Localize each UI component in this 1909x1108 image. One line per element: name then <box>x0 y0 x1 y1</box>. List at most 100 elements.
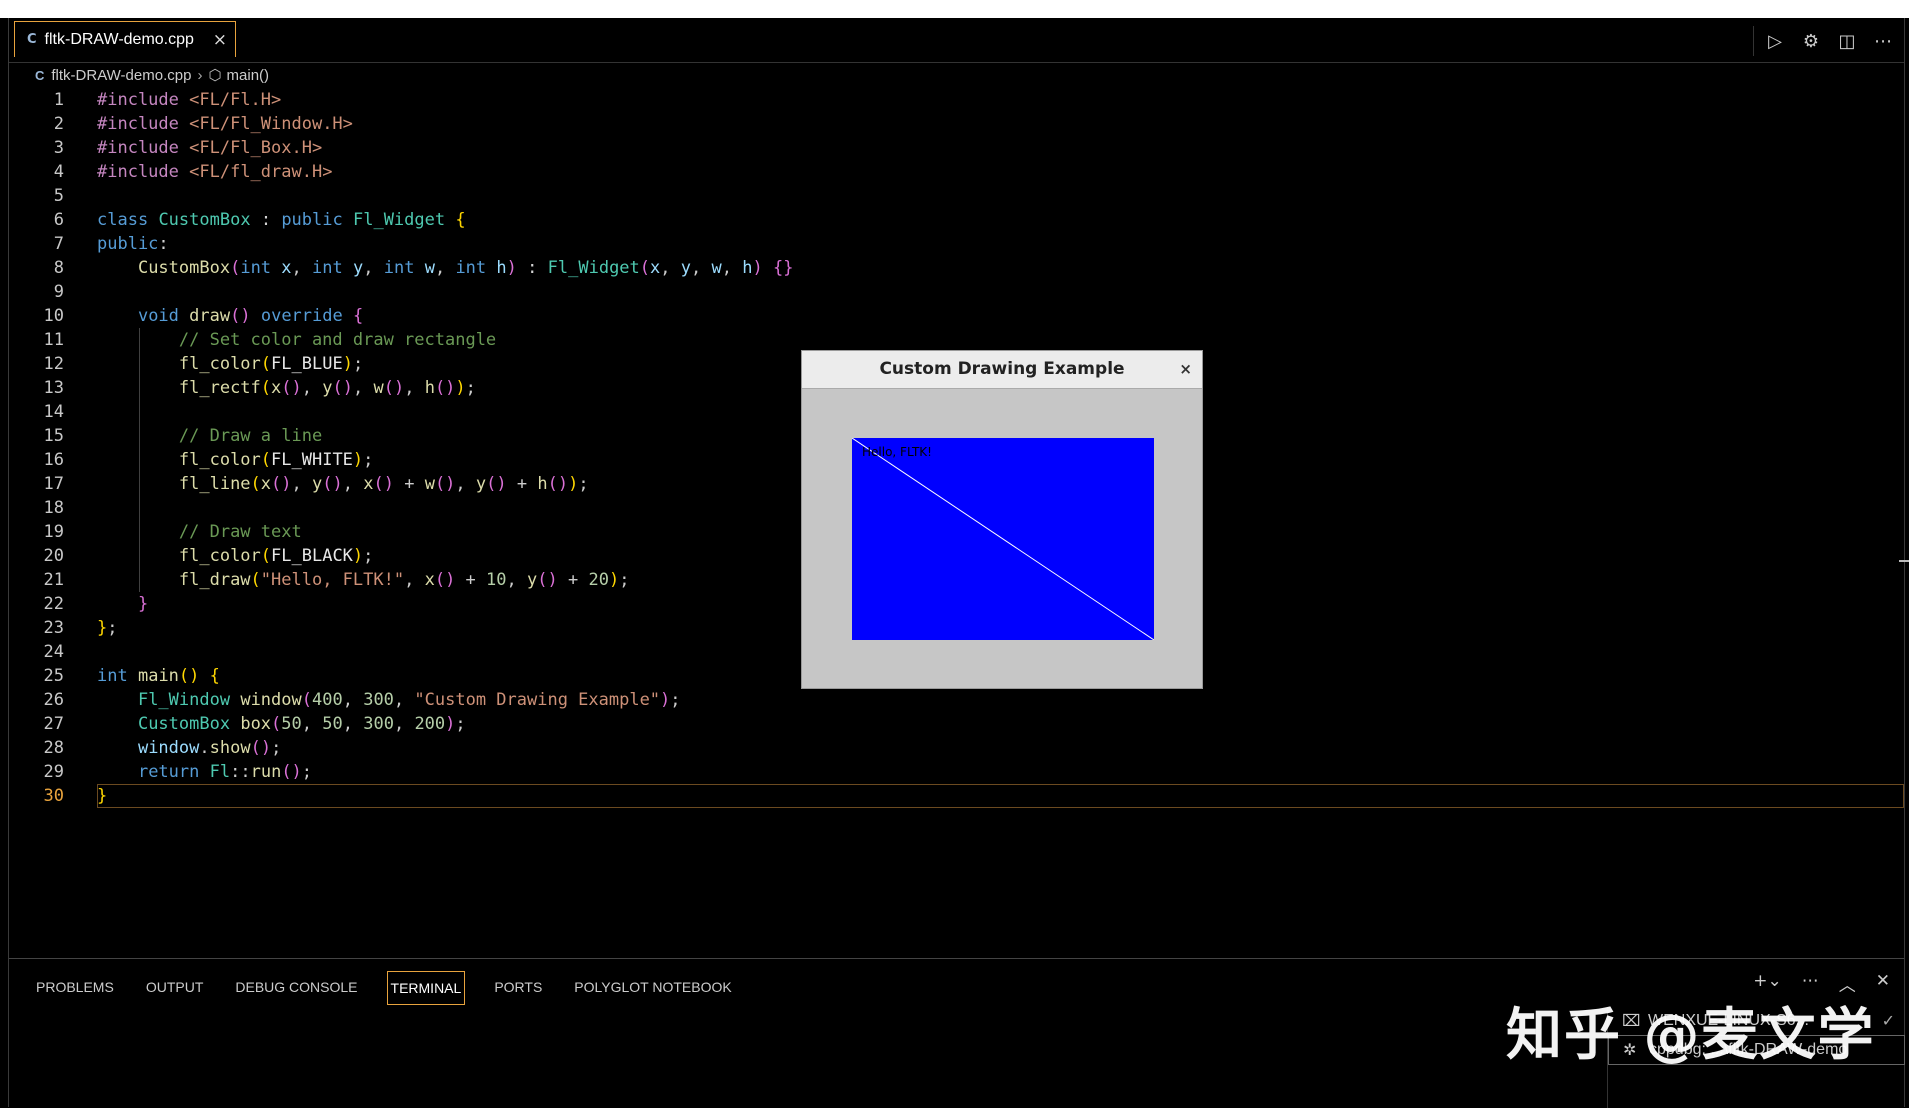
code-text: return Fl::run(); <box>137 762 313 782</box>
gear-icon[interactable]: ⚙ <box>1800 31 1822 52</box>
code-line: 28 window.show(); <box>9 736 1904 760</box>
canvas-text: Hello, FLTK! <box>862 445 932 459</box>
watermark: 知乎 @麦文学 <box>1506 1003 1876 1068</box>
tab-problems[interactable]: PROBLEMS <box>33 971 117 1005</box>
code-text: // Draw text <box>178 522 302 542</box>
fltk-window[interactable]: Custom Drawing Example × Hello, FLTK! <box>801 350 1203 689</box>
line-number: 12 <box>43 354 64 374</box>
more-actions-icon[interactable]: ⋯ <box>1872 31 1894 52</box>
code-text: public: <box>97 234 169 254</box>
symbol-method-icon: ⬡ <box>208 67 222 84</box>
tab-output[interactable]: OUTPUT <box>143 971 207 1005</box>
line-number: 14 <box>43 402 64 422</box>
code-text: #include <FL/Fl_Box.H> <box>97 138 323 158</box>
fltk-window-titlebar[interactable]: Custom Drawing Example × <box>802 351 1202 389</box>
code-text: #include <FL/Fl_Window.H> <box>97 114 353 134</box>
cpp-file-icon: C <box>35 67 45 83</box>
line-number: 15 <box>43 426 64 446</box>
code-text: } <box>97 786 108 806</box>
close-icon[interactable]: × <box>1179 351 1192 388</box>
line-number-active: 30 <box>43 786 64 806</box>
code-text: window.show(); <box>137 738 282 758</box>
line-number: 2 <box>53 114 64 134</box>
line-number: 17 <box>43 474 64 494</box>
editor-tab-bar: C fltk-DRAW-demo.cpp × ▷ ⚙ ◫ ⋯ <box>9 18 1904 63</box>
code-line: 5 <box>9 184 1904 208</box>
close-tab-icon[interactable]: × <box>213 30 227 50</box>
chevron-right-icon: › <box>197 66 203 84</box>
line-number: 4 <box>53 162 64 182</box>
code-text: fl_rectf(x(), y(), w(), h()); <box>178 378 476 398</box>
line-number: 29 <box>43 762 64 782</box>
code-line: 26 Fl_Window window(400, 300, "Custom Dr… <box>9 688 1904 712</box>
code-text: fl_draw("Hello, FLTK!", x() + 10, y() + … <box>178 570 630 590</box>
breadcrumb-file[interactable]: fltk-DRAW-demo.cpp <box>51 67 191 84</box>
code-text: fl_color(FL_BLACK); <box>178 546 374 566</box>
line-number: 28 <box>43 738 64 758</box>
editor-actions: ▷ ⚙ ◫ ⋯ <box>1753 26 1894 56</box>
code-text: } <box>137 594 149 614</box>
line-number: 13 <box>43 378 64 398</box>
line-number: 10 <box>43 306 64 326</box>
line-number: 21 <box>43 570 64 590</box>
line-number: 25 <box>43 666 64 686</box>
code-line: 3 #include <FL/Fl_Box.H> <box>9 136 1904 160</box>
line-number: 18 <box>43 498 64 518</box>
line-number: 22 <box>43 594 64 614</box>
top-strip <box>0 0 1909 18</box>
line-number: 27 <box>43 714 64 734</box>
run-debug-icon[interactable]: ▷ <box>1764 31 1786 52</box>
code-line: 11 // Set color and draw rectangle <box>9 328 1904 352</box>
line-number: 7 <box>53 234 64 254</box>
code-line: 2 #include <FL/Fl_Window.H> <box>9 112 1904 136</box>
code-line: 29 return Fl::run(); <box>9 760 1904 784</box>
divider <box>1753 26 1754 56</box>
code-line: 9 <box>9 280 1904 304</box>
fltk-window-title: Custom Drawing Example <box>879 359 1125 379</box>
code-text: void draw() override { <box>137 306 364 326</box>
code-text: // Draw a line <box>178 426 323 446</box>
code-text: CustomBox(int x, int y, int w, int h) : … <box>137 258 794 278</box>
code-text: fl_color(FL_WHITE); <box>178 450 374 470</box>
custom-box-canvas: Hello, FLTK! <box>852 438 1154 640</box>
close-panel-icon[interactable]: ✕ <box>1876 971 1890 996</box>
code-line: 10 void draw() override { <box>9 304 1904 328</box>
check-icon: ✓ <box>1881 1013 1895 1030</box>
code-line: 8 CustomBox(int x, int y, int w, int h) … <box>9 256 1904 280</box>
line-number: 19 <box>43 522 64 542</box>
tab-ports[interactable]: PORTS <box>491 971 545 1005</box>
tab-terminal[interactable]: TERMINAL <box>386 971 466 1005</box>
code-text: CustomBox box(50, 50, 300, 200); <box>137 714 466 734</box>
line-number: 16 <box>43 450 64 470</box>
code-line-active: 30} <box>9 784 1904 808</box>
diagonal-line <box>852 438 1154 640</box>
code-line: 6 class CustomBox : public Fl_Widget { <box>9 208 1904 232</box>
breadcrumb-symbol[interactable]: main() <box>227 67 270 84</box>
code-text: // Set color and draw rectangle <box>178 330 497 350</box>
tab-polyglot-notebook[interactable]: POLYGLOT NOTEBOOK <box>571 971 734 1005</box>
line-number: 20 <box>43 546 64 566</box>
line-number: 11 <box>43 330 64 350</box>
code-text: fl_color(FL_BLUE); <box>178 354 364 374</box>
line-number: 8 <box>53 258 64 278</box>
code-text: fl_line(x(), y(), x() + w(), y() + h()); <box>178 474 589 494</box>
line-number: 5 <box>53 186 64 206</box>
tab-debug-console[interactable]: DEBUG CONSOLE <box>232 971 360 1005</box>
code-text: #include <FL/Fl.H> <box>97 90 282 110</box>
editor-tab-label: fltk-DRAW-demo.cpp <box>44 30 194 48</box>
line-number: 24 <box>43 642 64 662</box>
code-text: }; <box>97 618 118 638</box>
canvas-drawing <box>852 438 1154 640</box>
editor-tab[interactable]: C fltk-DRAW-demo.cpp × <box>14 21 236 57</box>
cpp-file-icon: C <box>27 32 37 47</box>
breadcrumb: C fltk-DRAW-demo.cpp › ⬡ main() <box>9 63 269 87</box>
line-number: 6 <box>53 210 64 230</box>
code-text: #include <FL/fl_draw.H> <box>97 162 333 182</box>
split-editor-icon[interactable]: ◫ <box>1836 31 1858 52</box>
line-number: 26 <box>43 690 64 710</box>
code-text: class CustomBox : public Fl_Widget { <box>97 210 466 230</box>
right-border <box>1904 18 1905 1107</box>
code-text: Fl_Window window(400, 300, "Custom Drawi… <box>137 690 681 710</box>
code-line: 7 public: <box>9 232 1904 256</box>
line-number: 3 <box>53 138 64 158</box>
